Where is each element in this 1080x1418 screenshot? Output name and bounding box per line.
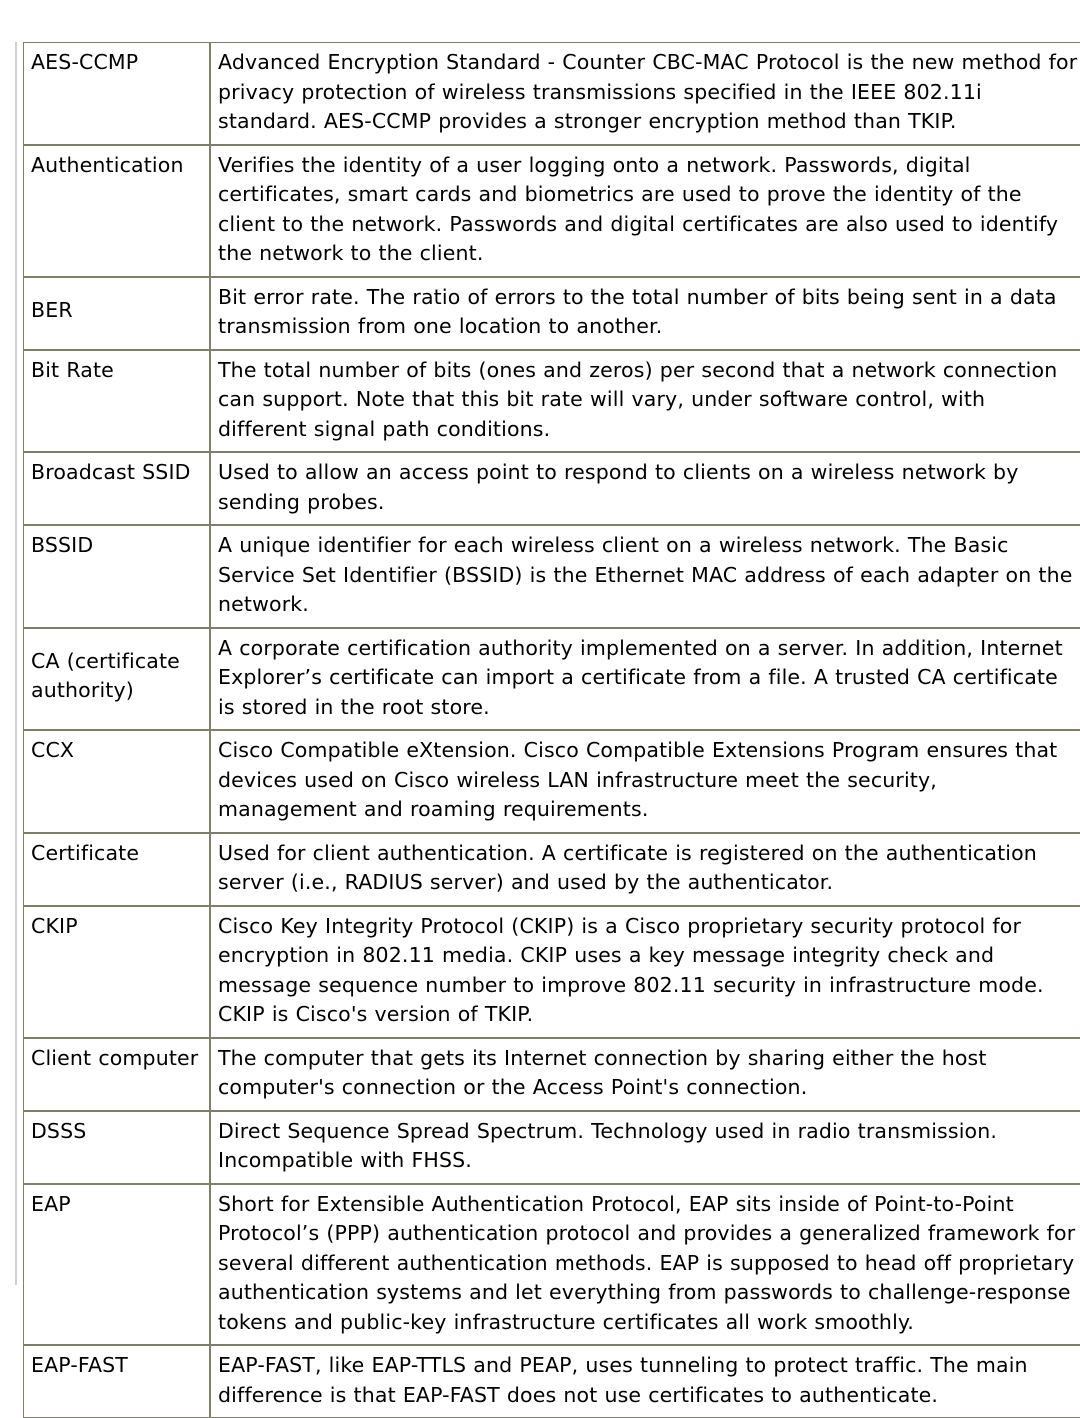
definition-cell: Cisco Key Integrity Protocol (CKIP) is a… (210, 905, 1080, 1038)
table-row: Bit Rate The total number of bits (ones … (23, 349, 1080, 452)
term-cell: CKIP (23, 905, 210, 1038)
table-row: CA (certificate authority) A corporate c… (23, 627, 1080, 730)
table-row: DSSS Direct Sequence Spread Spectrum. Te… (23, 1110, 1080, 1184)
table-row: AES-CCMP Advanced Encryption Standard - … (23, 42, 1080, 145)
definition-cell: Short for Extensible Authentication Prot… (210, 1183, 1080, 1345)
glossary-table: AES-CCMP Advanced Encryption Standard - … (23, 42, 1080, 1418)
definition-cell: Bit error rate. The ratio of errors to t… (210, 276, 1080, 350)
glossary-table-body: AES-CCMP Advanced Encryption Standard - … (23, 42, 1080, 1418)
table-row: Client computer The computer that gets i… (23, 1037, 1080, 1111)
definition-cell: Direct Sequence Spread Spectrum. Technol… (210, 1110, 1080, 1184)
term-cell: EAP (23, 1183, 210, 1345)
definition-cell: A unique identifier for each wireless cl… (210, 525, 1080, 628)
term-cell: CCX (23, 730, 210, 833)
term-cell: DSSS (23, 1110, 210, 1184)
definition-cell: A corporate certification authority impl… (210, 627, 1080, 730)
table-row: BER Bit error rate. The ratio of errors … (23, 276, 1080, 350)
term-cell: Certificate (23, 832, 210, 906)
definition-cell: Used for client authentication. A certif… (210, 832, 1080, 906)
term-cell: Bit Rate (23, 349, 210, 452)
table-row: Broadcast SSID Used to allow an access p… (23, 452, 1080, 525)
definition-cell: The total number of bits (ones and zeros… (210, 349, 1080, 452)
table-row: EAP-FAST EAP-FAST, like EAP-TTLS and PEA… (23, 1345, 1080, 1418)
term-cell: AES-CCMP (23, 42, 210, 145)
definition-cell: Cisco Compatible eXtension. Cisco Compat… (210, 730, 1080, 833)
page-frame-left-rule (15, 42, 17, 1285)
term-cell: BSSID (23, 525, 210, 628)
glossary-table-wrapper: AES-CCMP Advanced Encryption Standard - … (23, 42, 1080, 1418)
definition-cell: Used to allow an access point to respond… (210, 452, 1080, 525)
table-row: Certificate Used for client authenticati… (23, 832, 1080, 906)
definition-cell: Advanced Encryption Standard - Counter C… (210, 42, 1080, 145)
definition-cell: Verifies the identity of a user logging … (210, 144, 1080, 277)
table-row: Authentication Verifies the identity of … (23, 144, 1080, 277)
term-cell: Broadcast SSID (23, 452, 210, 525)
term-cell: Client computer (23, 1037, 210, 1111)
term-cell: EAP-FAST (23, 1345, 210, 1418)
term-cell: BER (23, 276, 210, 350)
table-row: CKIP Cisco Key Integrity Protocol (CKIP)… (23, 905, 1080, 1038)
table-row: BSSID A unique identifier for each wirel… (23, 525, 1080, 628)
definition-cell: The computer that gets its Internet conn… (210, 1037, 1080, 1111)
term-cell: CA (certificate authority) (23, 627, 210, 730)
definition-cell: EAP-FAST, like EAP-TTLS and PEAP, uses t… (210, 1345, 1080, 1418)
table-row: EAP Short for Extensible Authentication … (23, 1183, 1080, 1345)
table-row: CCX Cisco Compatible eXtension. Cisco Co… (23, 730, 1080, 833)
term-cell: Authentication (23, 144, 210, 277)
